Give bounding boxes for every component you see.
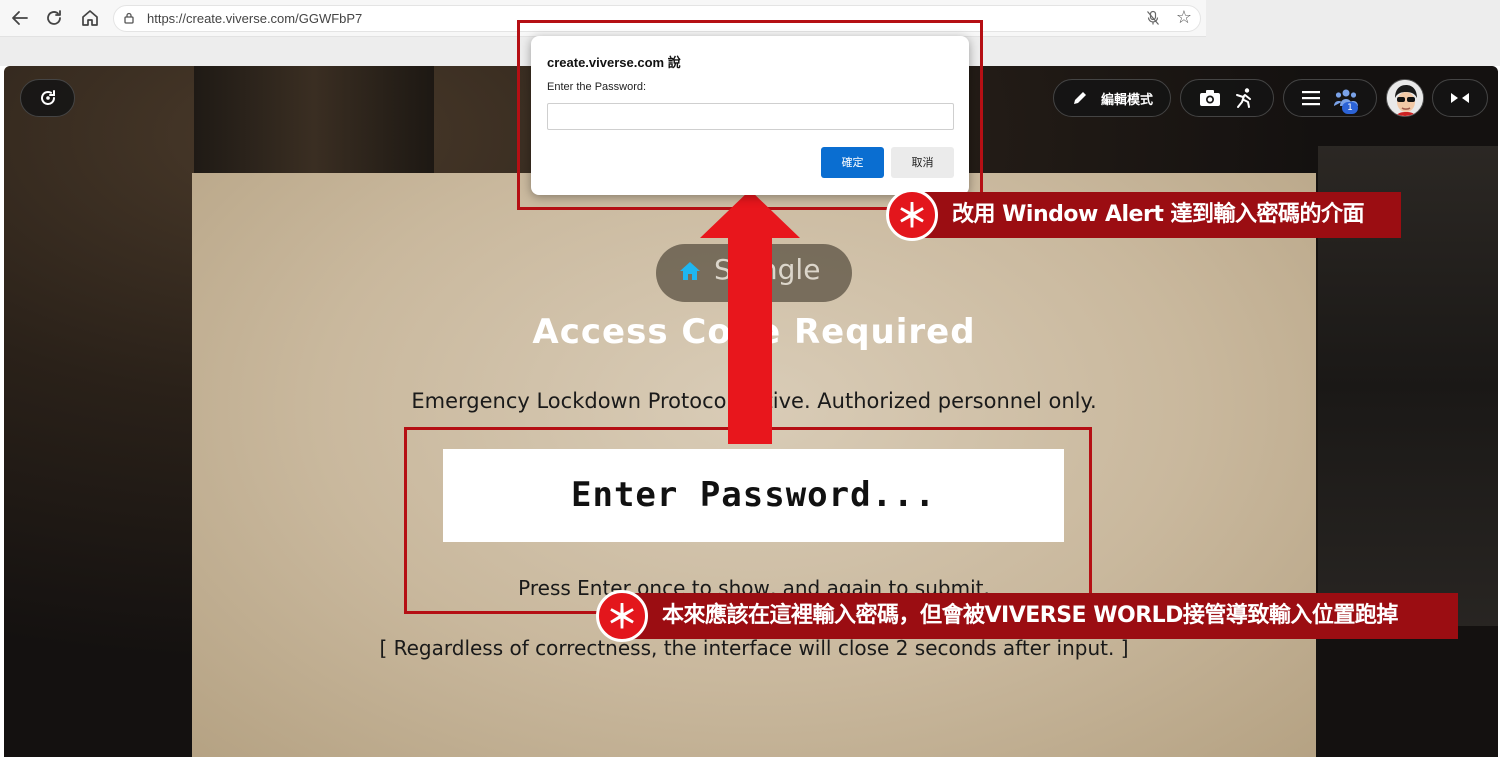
participants-count-badge: 1 xyxy=(1342,102,1358,114)
screenshot-root: https://create.viverse.com/GGWFbP7 ☆ 編輯模… xyxy=(0,0,1500,757)
collapse-button[interactable] xyxy=(1432,79,1488,117)
refresh-world-button[interactable] xyxy=(20,79,75,117)
menu-button[interactable] xyxy=(1301,90,1321,106)
close-notice: [ Regardless of correctness, the interfa… xyxy=(379,636,1129,660)
avatar[interactable] xyxy=(1386,79,1424,117)
refresh-icon xyxy=(40,90,55,105)
ok-button[interactable]: 確定 xyxy=(821,147,884,178)
up-arrow-icon xyxy=(700,190,800,444)
callout-bottom: 本來應該在這裡輸入密碼，但會被VIVERSE WORLD接管導致輸入位置跑掉 xyxy=(620,593,1458,639)
camera-button[interactable] xyxy=(1199,89,1221,107)
password-area-highlight xyxy=(404,427,1092,614)
menu-icon xyxy=(1302,91,1320,106)
pose-icon xyxy=(1236,88,1251,108)
scene-door xyxy=(194,66,434,186)
edit-mode-button[interactable]: 編輯模式 xyxy=(1053,79,1171,117)
callout-bottom-text: 本來應該在這裡輸入密碼，但會被VIVERSE WORLD接管導致輸入位置跑掉 xyxy=(662,603,1398,628)
callout-top: 改用 Window Alert 達到輸入密碼的介面 xyxy=(910,192,1401,238)
camera-pose-group xyxy=(1180,79,1274,117)
star-icon[interactable]: ☆ xyxy=(1176,7,1192,28)
dialog-password-input[interactable] xyxy=(547,103,954,130)
dialog-prompt: Enter the Password: xyxy=(547,81,647,93)
dialog-origin: create.viverse.com 說 xyxy=(547,55,681,70)
cancel-button[interactable]: 取消 xyxy=(891,147,954,178)
back-arrow-icon[interactable] xyxy=(8,7,32,31)
password-prompt-dialog: create.viverse.com 說 Enter the Password:… xyxy=(531,36,969,195)
collapse-icon xyxy=(1451,93,1469,103)
callout-top-text: 改用 Window Alert 達到輸入密碼的介面 xyxy=(952,202,1365,227)
reload-icon[interactable] xyxy=(42,7,66,31)
asterisk-icon: ＊ xyxy=(596,590,648,642)
mic-off-icon[interactable] xyxy=(1146,10,1160,30)
window-background xyxy=(1206,0,1500,37)
url-text[interactable]: https://create.viverse.com/GGWFbP7 xyxy=(147,11,362,26)
home-icon xyxy=(680,262,700,280)
menu-people-group xyxy=(1283,79,1377,117)
pencil-icon xyxy=(1073,92,1086,104)
edit-mode-label: 編輯模式 xyxy=(1100,92,1153,108)
home-icon[interactable] xyxy=(78,7,102,31)
asterisk-icon: ＊ xyxy=(886,189,938,241)
camera-icon xyxy=(1200,90,1220,106)
site-info-icon[interactable] xyxy=(122,11,136,25)
pose-button[interactable] xyxy=(1233,87,1255,109)
